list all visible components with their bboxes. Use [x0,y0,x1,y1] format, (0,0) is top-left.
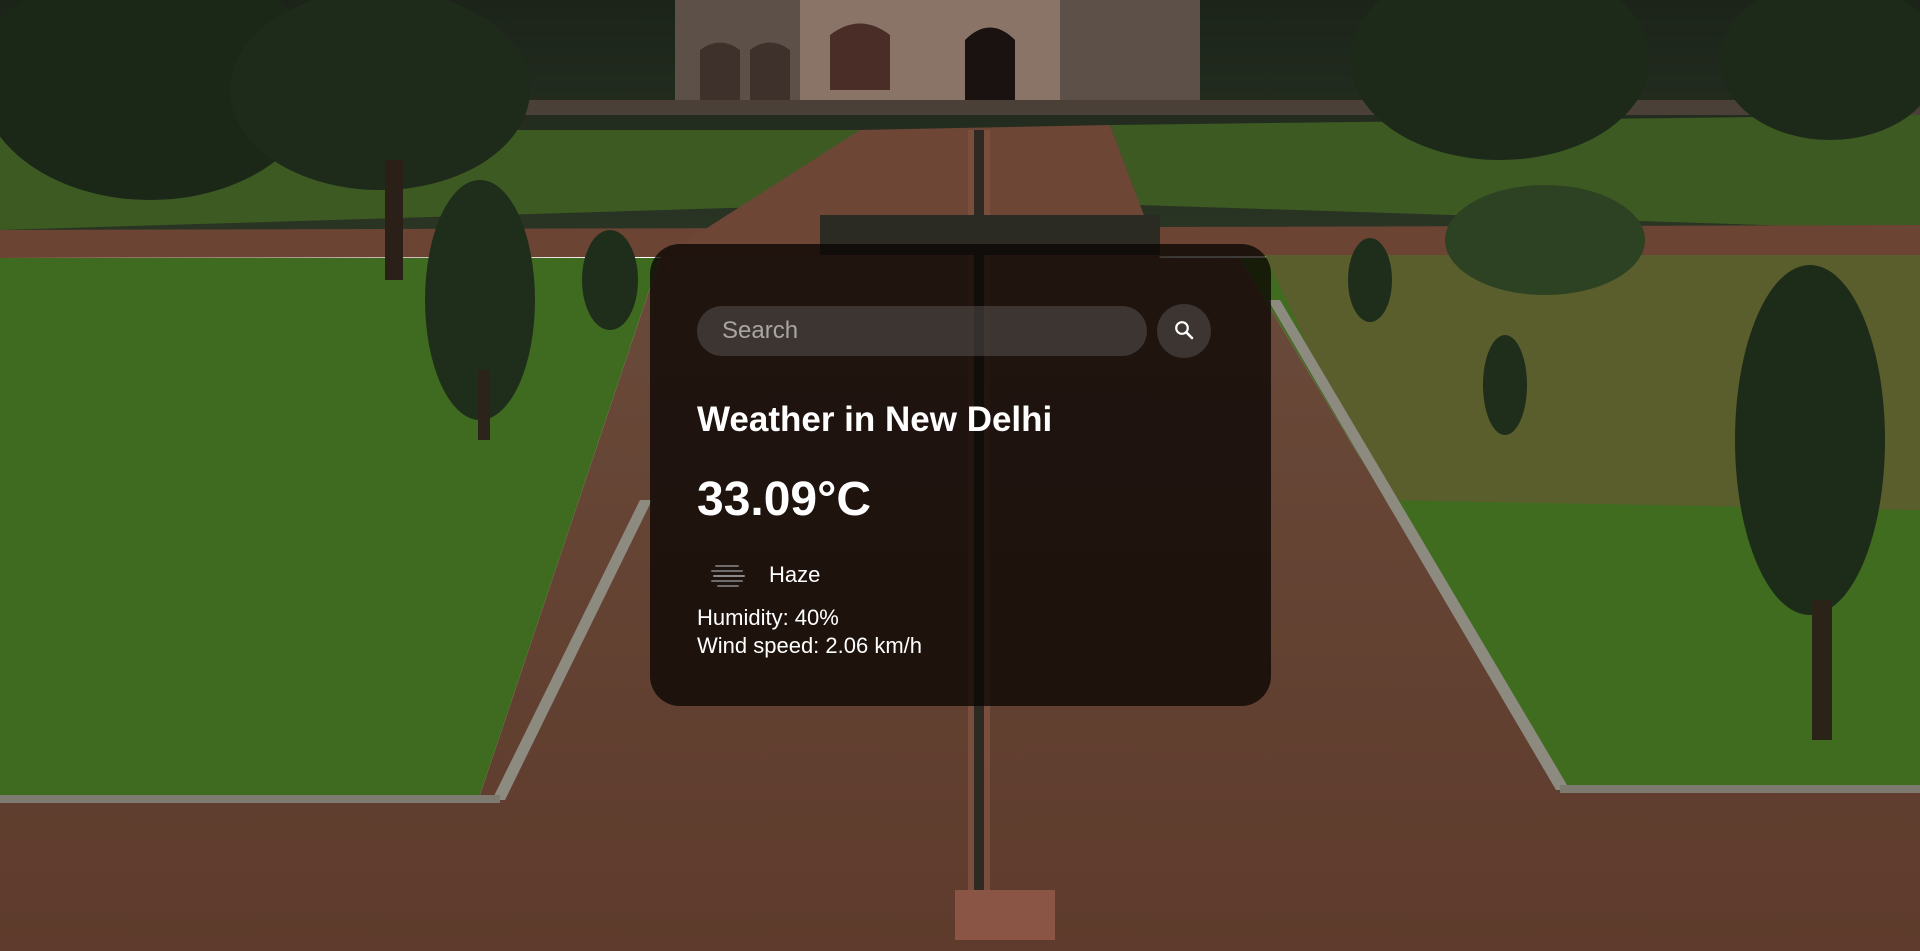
condition-label: Haze [769,562,821,587]
weather-title: Weather in New Delhi [697,400,1053,439]
search-input[interactable] [697,306,1147,356]
search-button[interactable] [1157,304,1211,358]
temperature: 33.09°C [697,473,871,526]
weather-card: Weather in New Delhi 33.09°C Haze Humidi… [650,244,1271,706]
humidity-label: Humidity: 40% [697,605,839,630]
metrics: Humidity: 40% Wind speed: 2.06 km/h [697,604,1225,660]
condition-row: Haze [697,550,1225,600]
wind-speed-label: Wind speed: 2.06 km/h [697,633,923,658]
search-bar [697,304,1225,358]
search-icon [1174,320,1194,343]
haze-icon [703,550,753,600]
